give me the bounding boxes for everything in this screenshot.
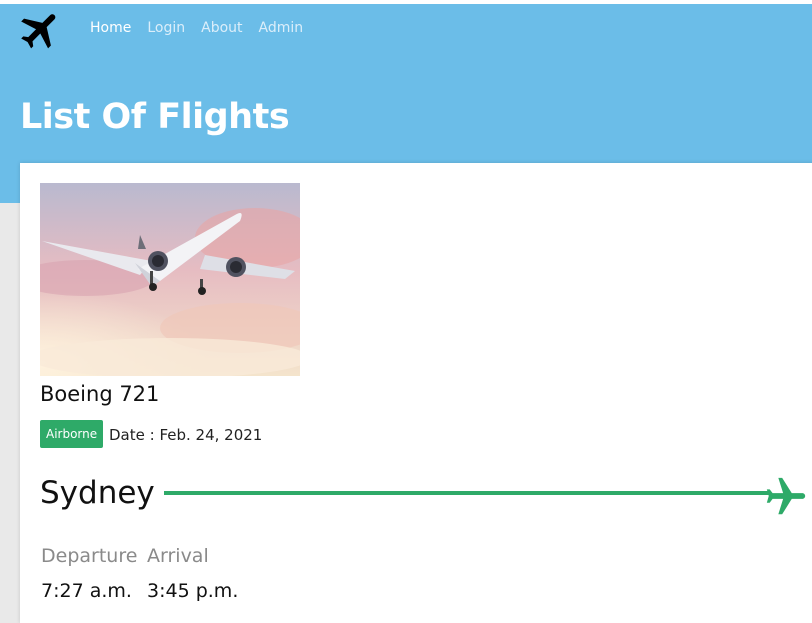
route-line	[164, 491, 770, 495]
airplane-icon[interactable]	[16, 6, 66, 54]
flight-date: Date : Feb. 24, 2021	[109, 426, 263, 444]
airplane-icon	[766, 477, 806, 515]
aircraft-model: Boeing 721	[40, 382, 160, 406]
main-nav: Home Login About Admin	[90, 20, 303, 36]
nav-login-link[interactable]: Login	[147, 20, 185, 36]
nav-home-link[interactable]: Home	[90, 20, 131, 36]
flight-card: Boeing 721 Airborne Date : Feb. 24, 2021…	[20, 163, 812, 623]
destination-city: Sydney	[40, 475, 155, 511]
page-title: List Of Flights	[20, 97, 290, 137]
arrival-time: 3:45 p.m.	[147, 580, 239, 602]
airplane-photo	[40, 183, 300, 376]
arrival-label: Arrival	[147, 545, 209, 567]
status-badge: Airborne	[40, 420, 104, 448]
nav-about-link[interactable]: About	[201, 20, 242, 36]
departure-time: 7:27 a.m.	[41, 580, 132, 602]
nav-admin-link[interactable]: Admin	[259, 20, 304, 36]
departure-label: Departure	[41, 545, 138, 567]
